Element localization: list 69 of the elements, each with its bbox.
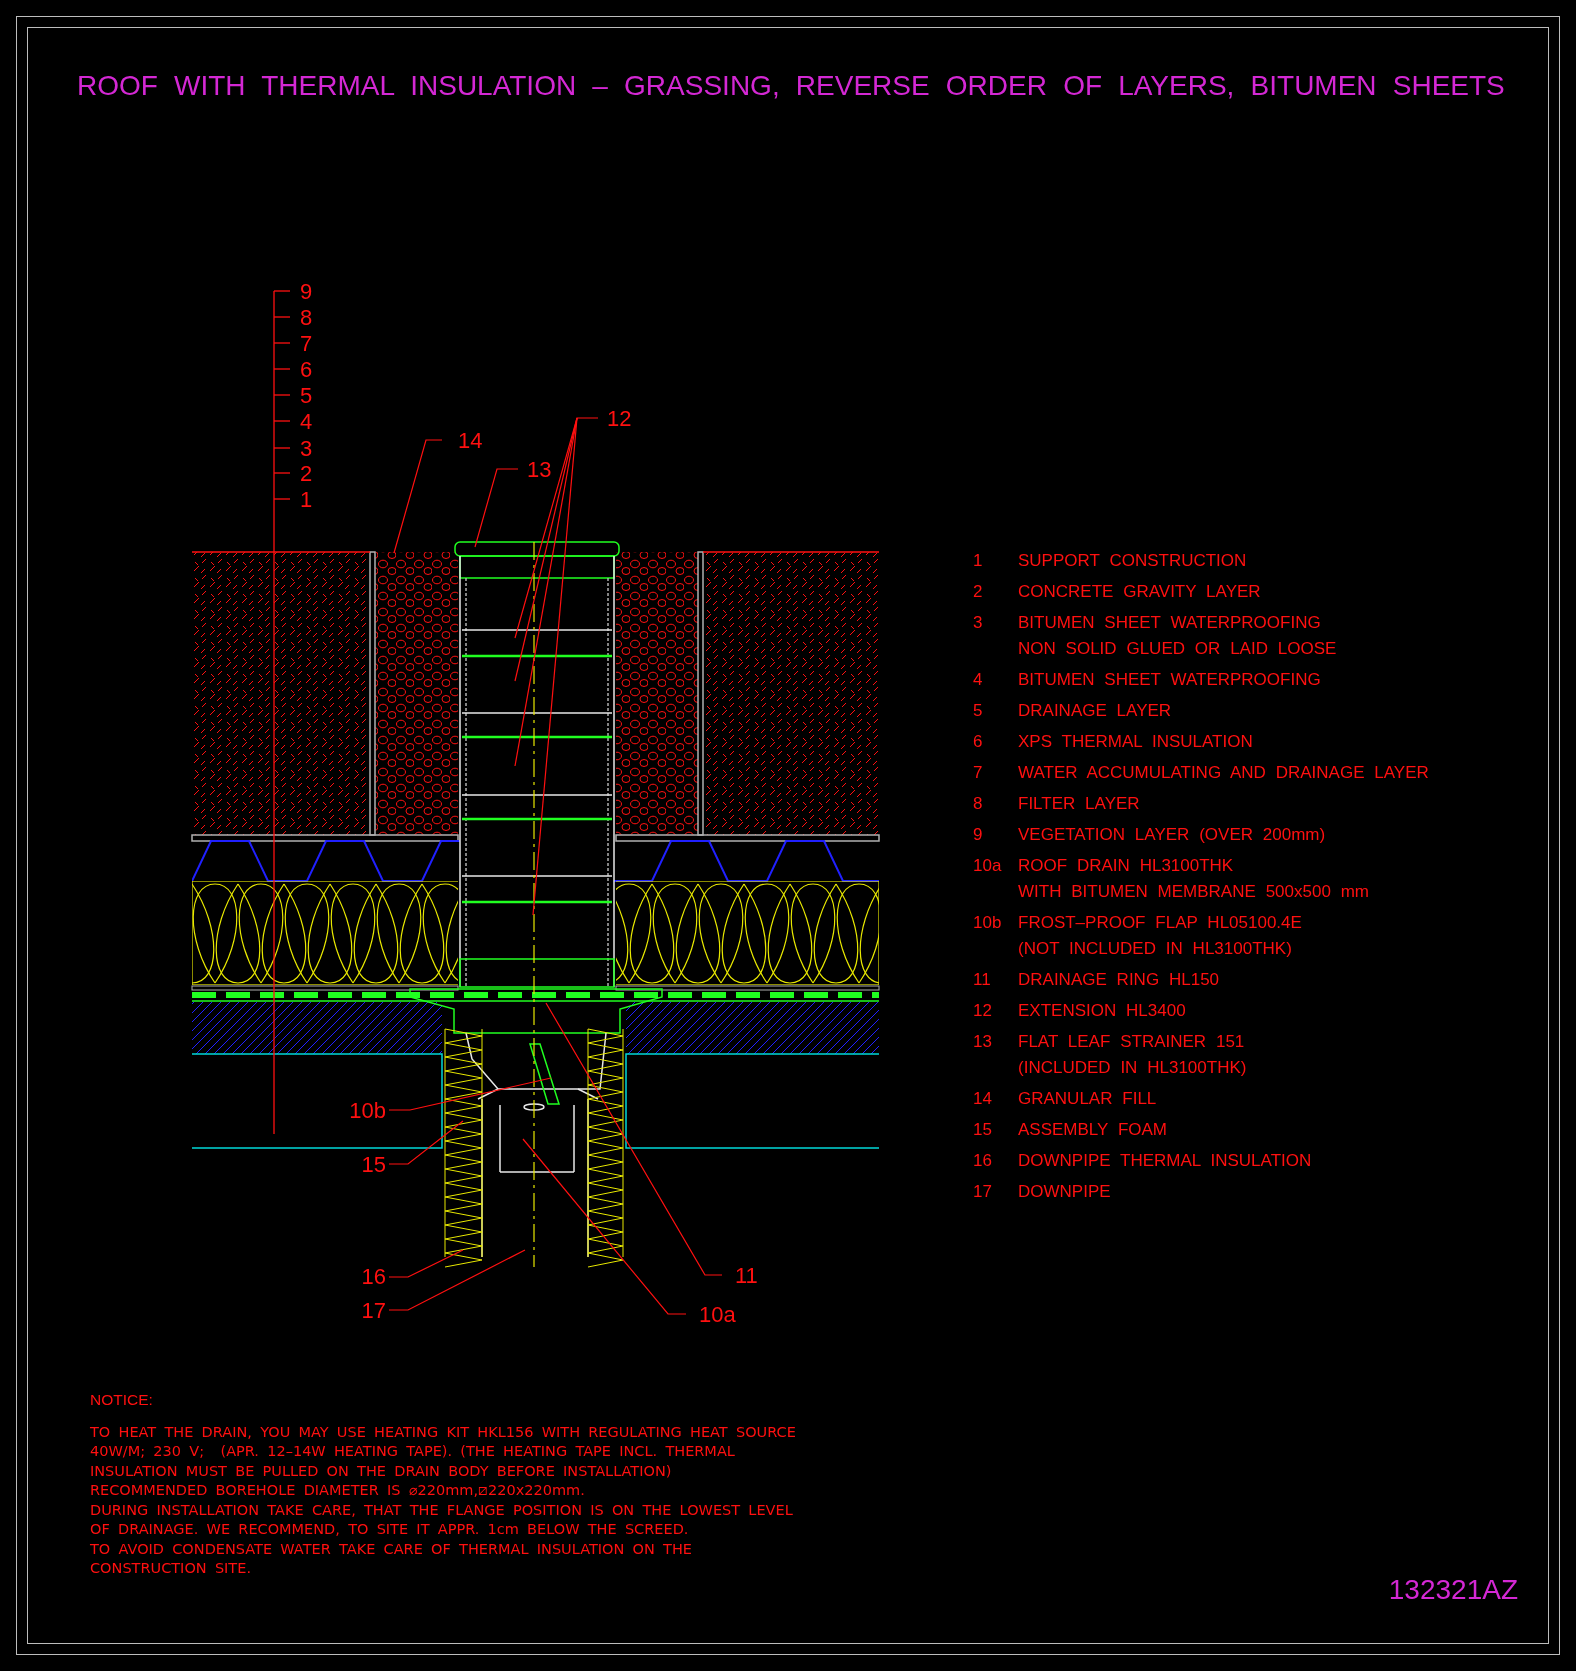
layer-number: 6 (300, 357, 313, 382)
notice-text: TO AVOID CONDENSATE WATER TAKE CARE OF THERMAL INSULATION ON THE (90, 1539, 692, 1559)
legend-number: 7 (973, 762, 984, 784)
layer-number: 8 (300, 305, 313, 330)
legend-number: 10a (973, 855, 1003, 877)
callout-number: 17 (361, 1298, 386, 1323)
layer-number: 7 (300, 331, 313, 356)
notice-text: TO HEAT THE DRAIN, YOU MAY USE HEATING KIT HKL156 WITH REGULATING HEAT SOURCE (90, 1422, 796, 1442)
legend-text: EXTENSION HL3400 (1018, 1000, 1186, 1022)
legend-number: 1 (973, 550, 984, 572)
legend-text: BITUMEN SHEET WATERPROOFING (1018, 669, 1321, 691)
legend-text: DOWNPIPE THERMAL INSULATION (1018, 1150, 1312, 1172)
callout-number: 16 (361, 1264, 386, 1289)
notice-heading: NOTICE: (90, 1390, 153, 1410)
legend-text: FLAT LEAF STRAINER 151 (1018, 1031, 1245, 1053)
layer-number: 9 (300, 279, 313, 304)
legend-number: 8 (973, 793, 984, 815)
legend-number: 6 (973, 731, 984, 753)
legend-text: (INCLUDED IN HL3100THK) (1018, 1057, 1247, 1079)
legend-text: DOWNPIPE (1018, 1181, 1111, 1203)
legend-number: 17 (973, 1181, 993, 1203)
legend-number: 4 (973, 669, 984, 691)
legend-text: NON SOLID GLUED OR LAID LOOSE (1018, 638, 1337, 660)
legend-number: 10b (973, 912, 1003, 934)
legend-number: 11 (973, 969, 992, 991)
legend-number: 12 (973, 1000, 993, 1022)
drawing-number: 132321AZ (1388, 1572, 1518, 1607)
legend-text: (NOT INCLUDED IN HL3100THK) (1018, 938, 1292, 960)
legend-text: WITH BITUMEN MEMBRANE 500x500 mm (1018, 881, 1369, 903)
legend-text: GRANULAR FILL (1018, 1088, 1157, 1110)
legend-text: WATER ACCUMULATING AND DRAINAGE LAYER (1018, 762, 1429, 784)
layer-number: 4 (300, 409, 313, 434)
legend-text: FROST–PROOF FLAP HL05100.4E (1018, 912, 1302, 934)
legend-text: ROOF DRAIN HL3100THK (1018, 855, 1234, 877)
legend-text: XPS THERMAL INSULATION (1018, 731, 1253, 753)
legend-number: 5 (973, 700, 984, 722)
callout-number: 12 (607, 406, 632, 431)
drawing-title: ROOF WITH THERMAL INSULATION – GRASSING, REVERSE ORDER OF LAYERS, BITUMEN SHEETS (77, 70, 1505, 102)
callout-number: 15 (361, 1152, 386, 1177)
legend-number: 2 (973, 581, 984, 603)
legend-number: 15 (973, 1119, 993, 1141)
notice-text: INSULATION MUST BE PULLED ON THE DRAIN BODY BEFORE INSTALLATION) (90, 1461, 672, 1481)
layer-number: 1 (300, 487, 313, 512)
legend-text: DRAINAGE LAYER (1018, 700, 1172, 722)
layer-number: 2 (300, 461, 313, 486)
notice-text: 40W/M; 230 V; (APR. 12–14W HEATING TAPE). (THE HEATING TAPE INCL. THERMAL (90, 1442, 735, 1461)
layer-number: 3 (300, 436, 313, 461)
callout-number: 10a (699, 1302, 736, 1327)
legend-text: DRAINAGE RING HL150 (1018, 969, 1220, 991)
legend-number: 16 (973, 1150, 993, 1172)
legend-text: CONCRETE GRAVITY LAYER (1018, 581, 1261, 603)
notice-text: RECOMMENDED BOREHOLE DIAMETER IS ⌀220mm,⧄220x220mm. (90, 1481, 585, 1500)
layer-number: 5 (300, 383, 313, 408)
legend-text: VEGETATION LAYER (OVER 200mm) (1018, 824, 1326, 846)
legend-number: 14 (973, 1088, 993, 1110)
callout-number: 13 (527, 457, 552, 482)
notice-text: CONSTRUCTION SITE. (90, 1559, 251, 1578)
notice-text: DURING INSTALLATION TAKE CARE, THAT THE FLANGE POSITION IS ON THE LOWEST LEVEL (90, 1500, 793, 1520)
callout-number: 11 (735, 1263, 758, 1288)
legend-text: BITUMEN SHEET WATERPROOFING (1018, 612, 1321, 634)
legend-number: 3 (973, 612, 984, 634)
legend-number: 9 (973, 824, 984, 846)
notice-text: OF DRAINAGE. WE RECOMMEND, TO SITE IT APPR. 1cm BELOW THE SCREED. (90, 1520, 689, 1539)
legend-text: SUPPORT CONSTRUCTION (1018, 550, 1247, 572)
callout-number: 10b (349, 1098, 386, 1123)
legend-text: ASSEMBLY FOAM (1018, 1119, 1167, 1141)
legend-text: FILTER LAYER (1018, 793, 1140, 815)
callout-number: 14 (458, 428, 483, 453)
legend-number: 13 (973, 1031, 993, 1053)
